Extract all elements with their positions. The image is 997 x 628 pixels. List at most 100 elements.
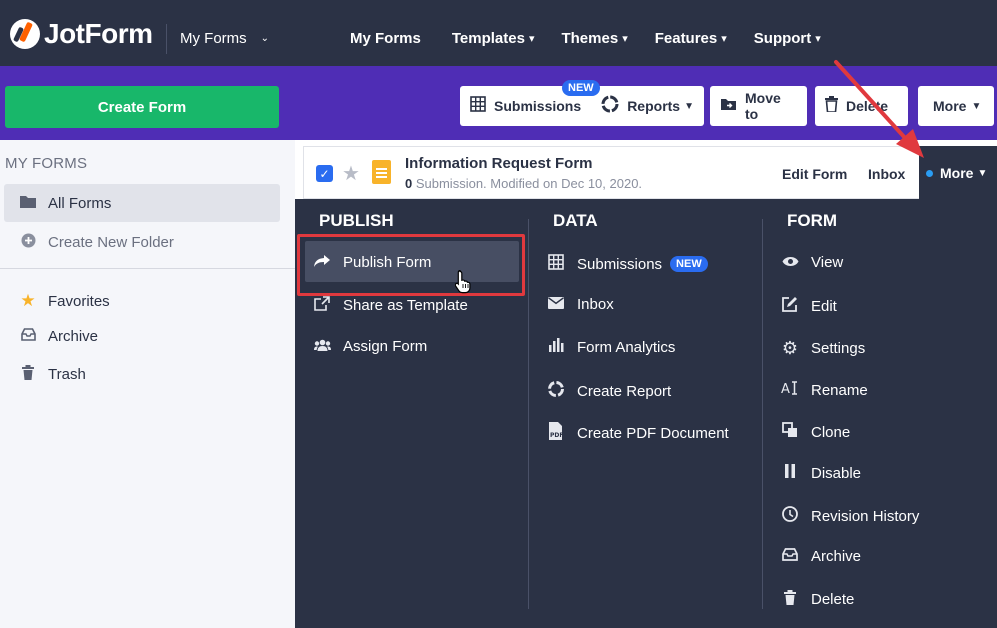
eye-icon bbox=[781, 254, 799, 271]
callout-highlight-box bbox=[297, 234, 525, 296]
trash-icon bbox=[825, 96, 838, 116]
top-navigation-bar: JotForm My Forms ⌄ My Forms Templates ▾ T… bbox=[0, 0, 997, 66]
menu-item-revision-history[interactable]: Revision History bbox=[781, 506, 919, 526]
delete-label: Delete bbox=[846, 98, 889, 114]
edit-icon bbox=[781, 296, 799, 316]
bar-chart-icon bbox=[547, 338, 565, 356]
sidebar-item-all-forms[interactable]: All Forms bbox=[20, 195, 111, 212]
column-divider bbox=[762, 219, 763, 609]
data-section-title: DATA bbox=[553, 211, 598, 230]
archive-icon bbox=[781, 548, 799, 565]
archive-icon bbox=[20, 328, 36, 345]
report-icon bbox=[547, 380, 565, 402]
forms-toolbar: Create Form Submissions NEW Reports ▼ Mo… bbox=[0, 66, 997, 140]
menu-item-edit[interactable]: Edit bbox=[781, 296, 837, 316]
pdf-icon: PDF bbox=[547, 422, 565, 444]
menu-item-create-report[interactable]: Create Report bbox=[547, 380, 671, 402]
menu-item-submissions[interactable]: Submissions NEW bbox=[547, 254, 708, 274]
menu-item-disable[interactable]: Disable bbox=[781, 464, 861, 482]
more-dropdown-menu: PUBLISH DATA FORM Publish Form Share as … bbox=[295, 199, 997, 628]
table-icon bbox=[547, 254, 565, 274]
sidebar-title: MY FORMS bbox=[5, 155, 88, 172]
svg-text:PDF: PDF bbox=[550, 432, 563, 439]
column-divider bbox=[528, 219, 529, 609]
my-forms-dropdown[interactable]: My Forms ⌄ bbox=[180, 30, 269, 47]
menu-item-archive[interactable]: Archive bbox=[781, 548, 861, 565]
form-meta-text: Submission. Modified on Dec 10, 2020. bbox=[412, 176, 643, 191]
caret-down-icon: ▾ bbox=[721, 33, 727, 45]
nav-divider bbox=[166, 24, 167, 54]
nav-templates[interactable]: Templates ▾ bbox=[452, 30, 535, 47]
caret-down-icon: ▼ bbox=[977, 167, 988, 179]
more-row-label: More bbox=[940, 165, 974, 181]
status-dot bbox=[926, 169, 933, 177]
rename-icon: A bbox=[781, 380, 799, 400]
share-template-icon bbox=[313, 296, 331, 315]
form-meta: 0 Submission. Modified on Dec 10, 2020. bbox=[405, 176, 642, 191]
logo-text: JotForm bbox=[44, 18, 153, 49]
form-checkbox[interactable]: ✓ bbox=[316, 165, 333, 182]
clock-icon bbox=[781, 506, 799, 526]
sidebar-item-trash[interactable]: Trash bbox=[20, 365, 86, 384]
menu-item-delete[interactable]: Delete bbox=[781, 590, 854, 609]
reports-label: Reports bbox=[627, 98, 681, 114]
caret-down-icon: ▾ bbox=[622, 33, 628, 45]
reports-icon bbox=[601, 95, 619, 117]
delete-button[interactable]: Delete bbox=[815, 86, 908, 126]
menu-item-settings[interactable]: ⚙ Settings bbox=[781, 338, 865, 359]
submissions-button[interactable]: Submissions NEW bbox=[460, 80, 600, 126]
gear-icon: ⚙ bbox=[781, 338, 799, 358]
caret-down-icon: ▾ bbox=[815, 33, 821, 45]
trash-icon bbox=[781, 590, 799, 609]
hand-cursor-icon bbox=[454, 269, 473, 299]
menu-item-create-pdf[interactable]: PDF Create PDF Document bbox=[547, 422, 729, 444]
new-badge: NEW bbox=[670, 256, 708, 272]
sidebar-item-favorites[interactable]: ★ Favorites bbox=[20, 291, 109, 311]
favorite-star-icon[interactable]: ★ bbox=[342, 161, 360, 186]
pause-icon bbox=[781, 464, 799, 482]
table-icon bbox=[470, 96, 486, 116]
folder-icon bbox=[20, 195, 36, 212]
nav-themes[interactable]: Themes ▾ bbox=[561, 30, 627, 47]
more-row-button[interactable]: More ▼ bbox=[919, 146, 997, 200]
users-icon bbox=[313, 338, 331, 355]
submissions-label: Submissions bbox=[494, 98, 582, 114]
chevron-down-icon: ⌄ bbox=[260, 33, 270, 44]
envelope-icon bbox=[547, 296, 565, 313]
caret-down-icon: ▾ bbox=[528, 33, 535, 45]
nav-my-forms[interactable]: My Forms bbox=[350, 30, 425, 47]
menu-item-form-analytics[interactable]: Form Analytics bbox=[547, 338, 675, 356]
sidebar-divider bbox=[0, 268, 295, 269]
sidebar: MY FORMS All Forms Create New Folder ★ F… bbox=[0, 140, 295, 628]
sidebar-item-create-folder[interactable]: Create New Folder bbox=[20, 233, 174, 252]
publish-section-title: PUBLISH bbox=[319, 211, 394, 230]
my-forms-dropdown-label: My Forms bbox=[180, 30, 247, 47]
menu-item-assign-form[interactable]: Assign Form bbox=[313, 338, 427, 355]
svg-text:A: A bbox=[781, 382, 790, 396]
move-to-button[interactable]: Move to bbox=[710, 86, 807, 126]
reports-button[interactable]: Reports ▼ bbox=[591, 86, 704, 126]
menu-item-share-as-template[interactable]: Share as Template bbox=[313, 296, 468, 315]
more-label: More bbox=[933, 98, 967, 114]
caret-down-icon: ▼ bbox=[684, 100, 694, 112]
main-nav: My Forms Templates ▾ Themes ▾ Features ▾ Su… bbox=[350, 30, 848, 47]
form-list-row[interactable]: ✓ ★ Information Request Form 0 Submissio… bbox=[303, 146, 997, 200]
create-form-button[interactable]: Create Form bbox=[5, 86, 279, 128]
menu-item-clone[interactable]: Clone bbox=[781, 422, 850, 442]
trash-icon bbox=[20, 365, 36, 384]
menu-item-inbox[interactable]: Inbox bbox=[547, 296, 614, 313]
caret-down-icon: ▼ bbox=[971, 100, 982, 112]
sidebar-item-archive[interactable]: Archive bbox=[20, 328, 98, 345]
inbox-link[interactable]: Inbox bbox=[868, 166, 905, 182]
form-document-icon bbox=[372, 160, 391, 184]
nav-features[interactable]: Features ▾ bbox=[655, 30, 727, 47]
form-title[interactable]: Information Request Form bbox=[405, 155, 593, 172]
nav-support[interactable]: Support ▾ bbox=[754, 30, 821, 47]
folder-move-icon bbox=[720, 97, 737, 115]
jotform-logo[interactable]: JotForm bbox=[10, 18, 153, 50]
edit-form-link[interactable]: Edit Form bbox=[782, 166, 847, 182]
more-toolbar-button[interactable]: More ▼ bbox=[918, 86, 994, 126]
plus-circle-icon bbox=[20, 233, 36, 252]
menu-item-rename[interactable]: A Rename bbox=[781, 380, 868, 400]
menu-item-view[interactable]: View bbox=[781, 254, 843, 271]
